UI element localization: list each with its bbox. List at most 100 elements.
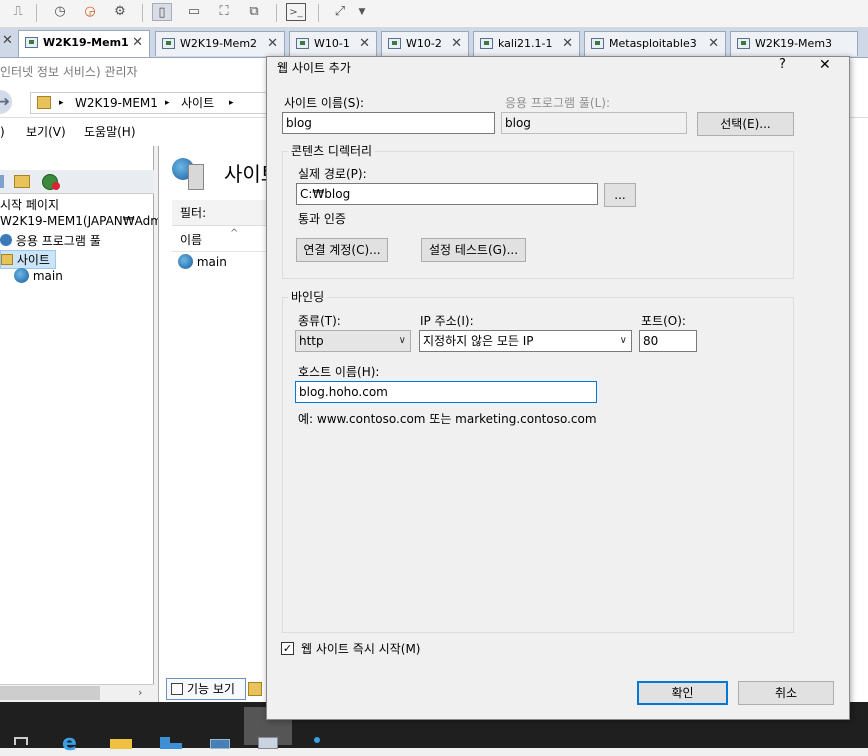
ip-address-select[interactable]: 지정하지 않은 모든 IP ∨ [419, 330, 632, 352]
task-view-icon[interactable] [0, 707, 48, 745]
toolbar-separator [142, 4, 143, 22]
cancel-button[interactable]: 취소 [738, 681, 834, 705]
port-label: 포트(O): [641, 314, 686, 328]
chevron-down-icon[interactable]: ▼ [352, 3, 372, 21]
vm-icon [591, 38, 604, 49]
list-item[interactable]: main [178, 254, 227, 269]
snapshot-icon[interactable]: ◷ [50, 3, 70, 21]
snapshot-manager-icon[interactable]: ⚙ [110, 3, 130, 21]
vm-toolbar: ⎍ ◷ ◶ ⚙ ▯ ▭ ⛶ ⧉ >_ ⤢ ▼ [0, 0, 868, 28]
vm-icon [388, 38, 401, 49]
breadcrumb-server[interactable]: W2K19-MEM1 [75, 93, 158, 113]
fullscreen-icon[interactable]: ⛶ [214, 3, 234, 21]
feature-view-tab[interactable]: 기능 보기 [166, 678, 246, 700]
binding-type-label: 종류(T): [298, 314, 341, 328]
filter-label: 필터: [172, 200, 268, 226]
sort-ascending-icon: ^ [230, 228, 239, 239]
connections-toolbar [0, 170, 154, 194]
disconnect-badge-icon [52, 182, 60, 190]
select-app-pool-button[interactable]: 선택(E)... [697, 112, 794, 136]
tab-w2k19-mem3[interactable]: W2K19-Mem3 [730, 31, 858, 56]
tab-w10-1[interactable]: W10-1 ✕ [289, 31, 377, 56]
test-settings-button[interactable]: 설정 테스트(G)... [421, 238, 526, 262]
ok-button[interactable]: 확인 [637, 681, 728, 705]
physical-path-input[interactable]: C:₩blog [296, 183, 598, 205]
computer-management-icon[interactable] [196, 707, 244, 749]
tree-site-main[interactable]: main [14, 268, 63, 283]
chevron-down-icon: ∨ [619, 335, 627, 346]
help-icon[interactable]: ? [779, 57, 786, 72]
file-explorer-icon[interactable] [98, 707, 146, 749]
tree-server[interactable]: W2K19-MEM1(JAPAN₩Adm [0, 214, 162, 228]
close-icon[interactable]: ✕ [267, 32, 278, 56]
vm-icon [25, 37, 38, 48]
internet-explorer-icon[interactable]: e [52, 707, 100, 755]
dialog-title: 웹 사이트 추가 [277, 61, 351, 75]
ip-address-label: IP 주소(I): [420, 314, 474, 328]
physical-path-label: 실제 경로(P): [298, 167, 367, 181]
unity-icon[interactable]: ⧉ [244, 3, 264, 21]
start-immediately-checkbox[interactable]: ✓ [281, 642, 294, 655]
network-icon[interactable]: ⎍ [8, 3, 28, 21]
close-icon[interactable]: ✕ [708, 32, 719, 56]
close-icon[interactable]: ✕ [359, 32, 370, 56]
close-icon[interactable]: ✕ [451, 32, 462, 56]
scrollbar-thumb[interactable] [0, 686, 100, 700]
content-view-icon[interactable] [248, 682, 262, 696]
tab-w2k19-mem1[interactable]: W2K19-Mem1 ✕ [18, 30, 150, 57]
feature-view-icon [171, 683, 183, 695]
close-icon[interactable]: ✕ [2, 33, 13, 48]
app-pool-icon [0, 234, 12, 246]
server-manager-icon[interactable] [146, 707, 194, 749]
toolbar-separator [276, 4, 277, 22]
host-name-example: 예: www.contoso.com 또는 marketing.contoso.… [298, 412, 597, 426]
app-pool-label: 응용 프로그램 풀(L): [505, 96, 611, 110]
connect-as-button[interactable]: 연결 계정(C)... [296, 238, 388, 262]
content-directory-title: 콘텐츠 디렉터리 [288, 142, 376, 159]
iis-server-icon [37, 96, 51, 109]
breadcrumb[interactable]: ▸ W2K19-MEM1 ▸ 사이트 ▸ [30, 92, 270, 114]
toolbar-separator [36, 4, 37, 22]
globe-icon [14, 268, 29, 283]
connections-pane [0, 146, 154, 702]
column-header-name[interactable]: 이름 ^ [172, 228, 268, 252]
site-name-input[interactable]: blog [282, 112, 495, 134]
scroll-right-icon[interactable]: › [138, 686, 142, 699]
save-connection-icon[interactable] [0, 175, 4, 188]
breadcrumb-sites[interactable]: 사이트 [181, 93, 214, 113]
port-input[interactable]: 80 [639, 330, 697, 352]
close-icon[interactable]: ✕ [562, 32, 573, 56]
sites-folder-icon [1, 254, 13, 265]
host-name-input[interactable]: blog.hoho.com [295, 381, 597, 403]
open-folder-icon[interactable] [14, 175, 30, 188]
sidebar-view-icon[interactable]: ▯ [152, 3, 172, 21]
toolbar-separator [318, 4, 319, 22]
stretch-icon[interactable]: ⤢ [330, 3, 350, 21]
pass-through-auth-label: 통과 인증 [298, 212, 346, 226]
close-icon[interactable]: ✕ [132, 31, 143, 55]
menu-view[interactable]: 보기(V) [26, 118, 66, 146]
console-icon[interactable]: >_ [286, 3, 306, 21]
menu-file[interactable]: ) [0, 118, 5, 146]
tree-sites[interactable]: 사이트 [0, 250, 56, 269]
browse-button[interactable]: ... [604, 183, 636, 207]
menu-help[interactable]: 도움말(H) [84, 118, 136, 146]
globe-icon [178, 254, 193, 269]
tree-app-pools[interactable]: 응용 프로그램 풀 [0, 232, 101, 249]
site-name-label: 사이트 이름(S): [284, 96, 365, 110]
tree-start-page[interactable]: 시작 페이지 [0, 196, 59, 213]
tab-w10-2[interactable]: W10-2 ✕ [381, 31, 469, 56]
close-icon[interactable]: ✕ [819, 57, 831, 73]
vm-icon [296, 38, 309, 49]
binding-type-select[interactable]: http ∨ [295, 330, 411, 352]
vm-tab-strip: ✕ W2K19-Mem1 ✕ W2K19-Mem2 ✕ W10-1 ✕ W10-… [0, 28, 868, 58]
host-name-label: 호스트 이름(H): [298, 365, 380, 379]
thumbnail-view-icon[interactable]: ▭ [184, 3, 204, 21]
tab-w2k19-mem2[interactable]: W2K19-Mem2 ✕ [155, 31, 285, 56]
chevron-down-icon: ∨ [398, 335, 406, 346]
tab-metasploitable3[interactable]: Metasploitable3 ✕ [584, 31, 726, 56]
revert-snapshot-icon[interactable]: ◶ [80, 3, 100, 21]
binding-title: 바인딩 [288, 288, 328, 305]
sites-globe-icon [172, 158, 206, 192]
tab-kali[interactable]: kali21.1-1 ✕ [473, 31, 580, 56]
